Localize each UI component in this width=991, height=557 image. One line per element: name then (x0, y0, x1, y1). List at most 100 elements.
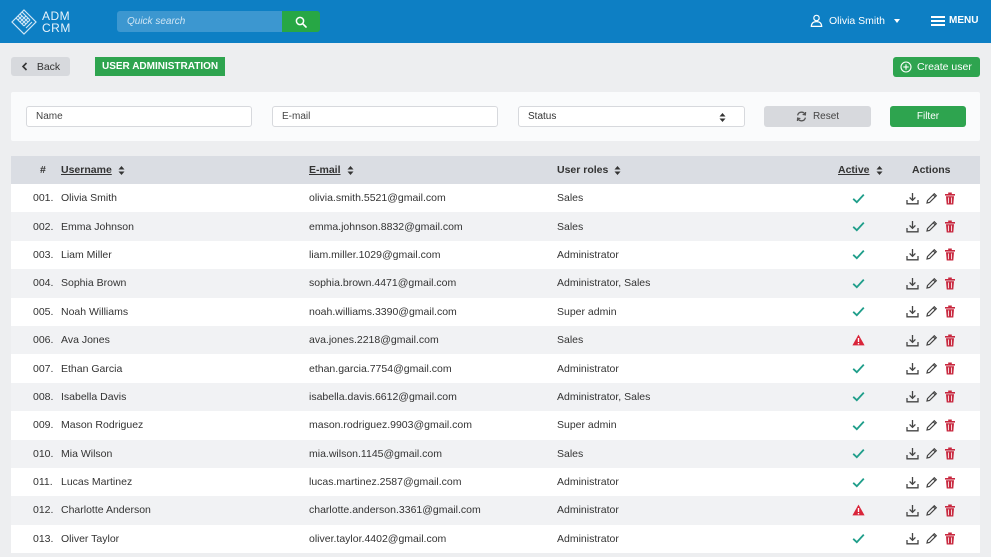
pencil-icon[interactable] (925, 192, 938, 205)
download-icon[interactable] (906, 192, 919, 205)
row-username: Charlotte Anderson (61, 504, 151, 517)
create-user-button[interactable]: Create user (893, 57, 980, 77)
table-row[interactable]: 009. Mason Rodriguez mason.rodriguez.990… (11, 411, 980, 440)
name-filter-input[interactable] (26, 106, 252, 127)
table-row[interactable]: 013. Oliver Taylor oliver.taylor.4402@gm… (11, 524, 980, 554)
filter-panel: Status Reset Filter (11, 92, 980, 141)
row-roles: Administrator, Sales (557, 277, 651, 290)
row-active-status (852, 184, 865, 212)
table-row[interactable]: 008. Isabella Davis isabella.davis.6612@… (11, 382, 980, 412)
sort-icon (347, 165, 354, 175)
table-row[interactable]: 007. Ethan Garcia ethan.garcia.7754@gmai… (11, 354, 980, 383)
trash-icon[interactable] (944, 532, 957, 545)
row-actions (906, 241, 963, 269)
table-row[interactable]: 005. Noah Williams noah.williams.3390@gm… (11, 297, 980, 326)
table-row[interactable]: 002. Emma Johnson emma.johnson.8832@gmai… (11, 212, 980, 241)
email-filter-input[interactable] (272, 106, 498, 127)
row-username: Lucas Martinez (61, 476, 133, 489)
download-icon[interactable] (906, 476, 919, 489)
pencil-icon[interactable] (925, 390, 938, 403)
download-icon[interactable] (906, 419, 919, 432)
user-menu[interactable]: Olivia Smith (810, 14, 901, 27)
trash-icon[interactable] (944, 504, 957, 517)
sort-icon (876, 165, 883, 175)
check-icon (852, 250, 865, 260)
main-menu-button[interactable]: MENU (931, 15, 978, 26)
search-input[interactable] (117, 11, 282, 32)
filter-button[interactable]: Filter (890, 106, 966, 127)
pencil-icon[interactable] (925, 305, 938, 318)
pencil-icon[interactable] (925, 476, 938, 489)
download-icon[interactable] (906, 447, 919, 460)
download-icon[interactable] (906, 248, 919, 261)
download-icon[interactable] (906, 220, 919, 233)
check-icon (852, 420, 865, 431)
download-icon[interactable] (906, 390, 919, 403)
trash-icon[interactable] (944, 362, 957, 375)
pencil-icon[interactable] (925, 419, 938, 432)
row-roles: Administrator, Sales (557, 390, 651, 403)
pencil-icon[interactable] (925, 532, 938, 545)
row-number: 012. (33, 504, 54, 517)
row-email: olivia.smith.5521@gmail.com (309, 192, 446, 205)
download-icon[interactable] (906, 504, 919, 517)
download-icon[interactable] (906, 334, 919, 347)
check-icon (852, 477, 865, 488)
trash-icon[interactable] (944, 248, 957, 261)
search-button[interactable] (282, 11, 320, 32)
roles-header-label: User roles (557, 164, 609, 176)
trash-icon[interactable] (944, 192, 957, 205)
pencil-icon[interactable] (925, 447, 938, 460)
pencil-icon[interactable] (925, 277, 938, 290)
download-icon[interactable] (906, 532, 919, 545)
column-header-email[interactable]: E-mail (309, 156, 354, 184)
table-row[interactable]: 004. Sophia Brown sophia.brown.4471@gmai… (11, 269, 980, 298)
download-icon[interactable] (906, 362, 919, 375)
row-number: 005. (33, 305, 54, 318)
column-header-username[interactable]: Username (61, 156, 125, 184)
status-select[interactable]: Status (518, 106, 745, 127)
table-row[interactable]: 012. Charlotte Anderson charlotte.anders… (11, 496, 980, 525)
table-row[interactable]: 011. Lucas Martinez lucas.martinez.2587@… (11, 467, 980, 497)
row-number: 001. (33, 192, 54, 205)
column-header-roles[interactable]: User roles (557, 156, 621, 184)
pencil-icon[interactable] (925, 334, 938, 347)
trash-icon[interactable] (944, 277, 957, 290)
row-actions (906, 411, 963, 439)
table-row[interactable]: 001. Olivia Smith olivia.smith.5521@gmai… (11, 184, 980, 213)
row-active-status (852, 241, 865, 269)
trash-icon[interactable] (944, 390, 957, 403)
column-header-actions: Actions (912, 164, 951, 176)
column-header-active[interactable]: Active (838, 156, 883, 184)
row-roles: Sales (557, 334, 584, 347)
warning-icon (852, 505, 865, 516)
pencil-icon[interactable] (925, 220, 938, 233)
check-icon (852, 307, 865, 317)
app-logo[interactable]: ADM CRM (11, 9, 71, 35)
table-header: # Username E-mail User roles Active Acti… (11, 156, 980, 184)
warning-icon (852, 334, 865, 346)
table-row[interactable]: 006. Ava Jones ava.jones.2218@gmail.com … (11, 325, 980, 355)
trash-icon[interactable] (944, 419, 957, 432)
pencil-icon[interactable] (925, 362, 938, 375)
row-number: 013. (33, 532, 54, 545)
sort-icon (719, 113, 726, 122)
table-row[interactable]: 003. Liam Miller liam.miller.1029@gmail.… (11, 240, 980, 270)
row-username: Mason Rodriguez (61, 419, 144, 432)
trash-icon[interactable] (944, 220, 957, 233)
reset-button[interactable]: Reset (764, 106, 871, 127)
row-username: Liam Miller (61, 248, 112, 261)
table-row[interactable]: 010. Mia Wilson mia.wilson.1145@gmail.co… (11, 439, 980, 468)
trash-icon[interactable] (944, 334, 957, 347)
trash-icon[interactable] (944, 305, 957, 318)
back-button[interactable]: Back (11, 57, 70, 76)
reset-label: Reset (812, 111, 840, 122)
download-icon[interactable] (906, 305, 919, 318)
pencil-icon[interactable] (925, 248, 938, 261)
download-icon[interactable] (906, 277, 919, 290)
row-actions (906, 354, 963, 382)
trash-icon[interactable] (944, 476, 957, 489)
row-number: 011. (33, 476, 53, 489)
trash-icon[interactable] (944, 447, 957, 460)
pencil-icon[interactable] (925, 504, 938, 517)
